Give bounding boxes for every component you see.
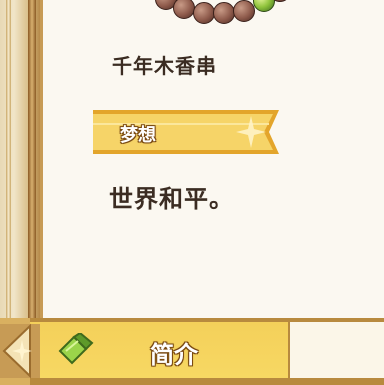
profile-panel: [40, 0, 384, 318]
dream-header-label: 梦想: [120, 125, 156, 146]
tab-inactive-slot[interactable]: [288, 322, 384, 378]
tab-bar-left-cap: [0, 323, 40, 379]
tab-intro-label[interactable]: 简介: [150, 335, 198, 370]
item-name: 千年木香串: [112, 54, 217, 78]
leaf-icon: [58, 333, 94, 365]
dream-section-header: 梦想: [93, 108, 293, 156]
dream-text: 世界和平。: [109, 185, 234, 213]
bead-bracelet-icon: [153, 0, 291, 26]
